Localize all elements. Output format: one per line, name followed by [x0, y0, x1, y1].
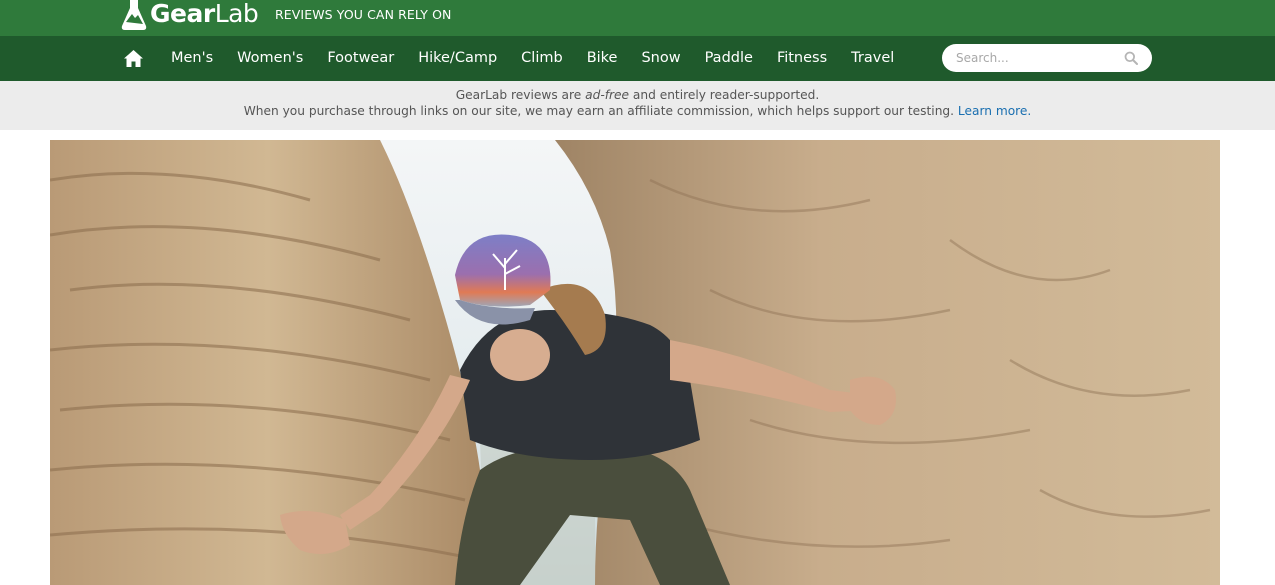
logo-wordmark: GearLab	[150, 0, 259, 28]
hero-photo-climber-in-canyon	[50, 140, 1220, 585]
tagline: REVIEWS YOU CAN RELY ON	[275, 7, 452, 22]
nav-item-footwear[interactable]: Footwear	[315, 36, 406, 81]
search-box	[942, 44, 1152, 72]
nav-item-travel[interactable]: Travel	[839, 36, 906, 81]
search-input[interactable]	[942, 44, 1124, 72]
nav-item-womens[interactable]: Women's	[225, 36, 315, 81]
nav-item-fitness[interactable]: Fitness	[765, 36, 839, 81]
nav-item-snow[interactable]: Snow	[629, 36, 692, 81]
disclosure-line-2: When you purchase through links on our s…	[243, 104, 1032, 118]
disclosure-line-1: GearLab reviews are ad-free and entirely…	[455, 88, 820, 102]
search-icon[interactable]	[1124, 51, 1138, 65]
nav-item-mens[interactable]: Men's	[159, 36, 225, 81]
affiliate-disclosure: GearLab reviews are ad-free and entirely…	[0, 81, 1275, 130]
gearlab-logo[interactable]: GearLab	[120, 0, 259, 32]
brand-bar: GearLab REVIEWS YOU CAN RELY ON	[0, 0, 1275, 36]
nav-item-climb[interactable]: Climb	[509, 36, 575, 81]
nav-item-bike[interactable]: Bike	[575, 36, 630, 81]
nav-item-paddle[interactable]: Paddle	[693, 36, 765, 81]
learn-more-link[interactable]: Learn more.	[958, 104, 1031, 118]
hero-image	[50, 140, 1220, 585]
nav-item-hike-camp[interactable]: Hike/Camp	[406, 36, 509, 81]
main-nav: Men's Women's Footwear Hike/Camp Climb B…	[0, 36, 1275, 81]
home-icon[interactable]	[124, 50, 143, 67]
logo-flask-icon	[121, 0, 147, 30]
nav-items: Men's Women's Footwear Hike/Camp Climb B…	[159, 36, 906, 81]
